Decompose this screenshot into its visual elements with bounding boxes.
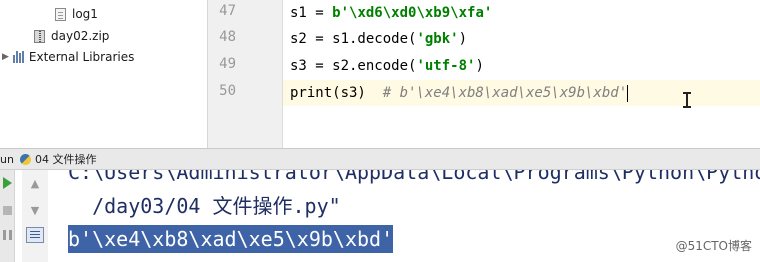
stop-icon — [2, 205, 12, 215]
soft-wrap-icon — [26, 227, 44, 243]
tree-item-external-libraries[interactable]: ▶ External Libraries — [2, 47, 134, 67]
console-output[interactable]: C:\Users\Administrator\AppData\Local\Pro… — [50, 170, 760, 262]
console-toolbar: ▲ ▼ — [22, 170, 48, 262]
code-line[interactable]: s2 = s1.decode('gbk') — [290, 26, 467, 52]
code-token: ) — [475, 58, 484, 74]
code-token: 'utf-8' — [416, 58, 476, 74]
tree-item-day02-zip[interactable]: day02.zip — [34, 26, 109, 46]
project-tree-panel: log1 day02.zip ▶ External Libraries — [0, 0, 208, 148]
run-tab-label[interactable]: 04 文件操作 — [35, 151, 97, 167]
stop-button[interactable] — [0, 203, 14, 217]
run-label: un — [0, 152, 14, 166]
code-token: 'gbk' — [416, 31, 459, 47]
console-line-script: /day03/04 文件操作.py" — [68, 194, 341, 218]
rerun-button[interactable] — [0, 176, 14, 190]
scroll-up-button[interactable]: ▲ — [28, 176, 42, 190]
line-number: 47 — [219, 3, 236, 19]
python-icon — [19, 153, 31, 165]
mouse-ibeam-cursor-icon — [683, 92, 694, 108]
line-number: 49 — [219, 56, 236, 72]
line-number: 50 — [219, 83, 236, 99]
code-line[interactable]: s3 = s2.encode('utf-8') — [290, 53, 484, 79]
libraries-icon — [12, 51, 24, 63]
code-token: # b'\xe4\xb8\xad\xe5\x9b\xbd' — [382, 85, 628, 101]
tree-item-label: log1 — [72, 7, 98, 21]
code-editor[interactable]: 47 s1 = b'\xd6\xd0\xb9\xfa' 48 s2 = s1.deco… — [208, 0, 760, 148]
code-token: s2 = s1.decode( — [290, 31, 417, 47]
arrow-up-icon: ▲ — [30, 176, 40, 190]
pause-button[interactable] — [0, 228, 14, 242]
line-number-gutter — [208, 0, 283, 148]
console-line-path: C:\Users\Administrator\AppData\Local\Pro… — [68, 170, 760, 184]
text-caret — [627, 84, 629, 102]
line-number: 48 — [219, 29, 236, 45]
zip-file-icon — [34, 29, 45, 43]
code-line[interactable]: s1 = b'\xd6\xd0\xb9\xfa' — [290, 0, 492, 26]
tree-item-label: External Libraries — [28, 50, 135, 64]
text-file-icon — [55, 7, 66, 21]
run-action-strip — [0, 170, 15, 262]
chevron-right-icon[interactable]: ▶ — [2, 52, 9, 62]
arrow-down-icon: ▼ — [30, 203, 40, 217]
run-tool-window-header: un 04 文件操作 — [0, 148, 760, 170]
code-token: b'\xd6\xd0\xb9\xfa' — [332, 5, 493, 21]
soft-wrap-button[interactable] — [26, 227, 44, 243]
code-token: s3 = s2.encode( — [290, 58, 417, 74]
code-token: ) — [458, 31, 468, 47]
scroll-down-button[interactable]: ▼ — [28, 203, 42, 217]
code-line[interactable]: print(s3) # b'\xe4\xb8\xad\xe5\x9b\xbd' — [290, 80, 629, 106]
code-token: s1 = — [290, 5, 333, 21]
tree-item-label: day02.zip — [51, 29, 110, 43]
watermark: @51CTO博客 — [675, 239, 752, 253]
pause-icon — [2, 230, 12, 240]
code-token: print(s3) — [290, 85, 383, 101]
console-line-result[interactable]: b'\xe4\xb8\xad\xe5\x9b\xbd' — [68, 225, 394, 253]
tree-item-log1[interactable]: log1 — [55, 4, 98, 24]
play-icon — [2, 177, 12, 189]
